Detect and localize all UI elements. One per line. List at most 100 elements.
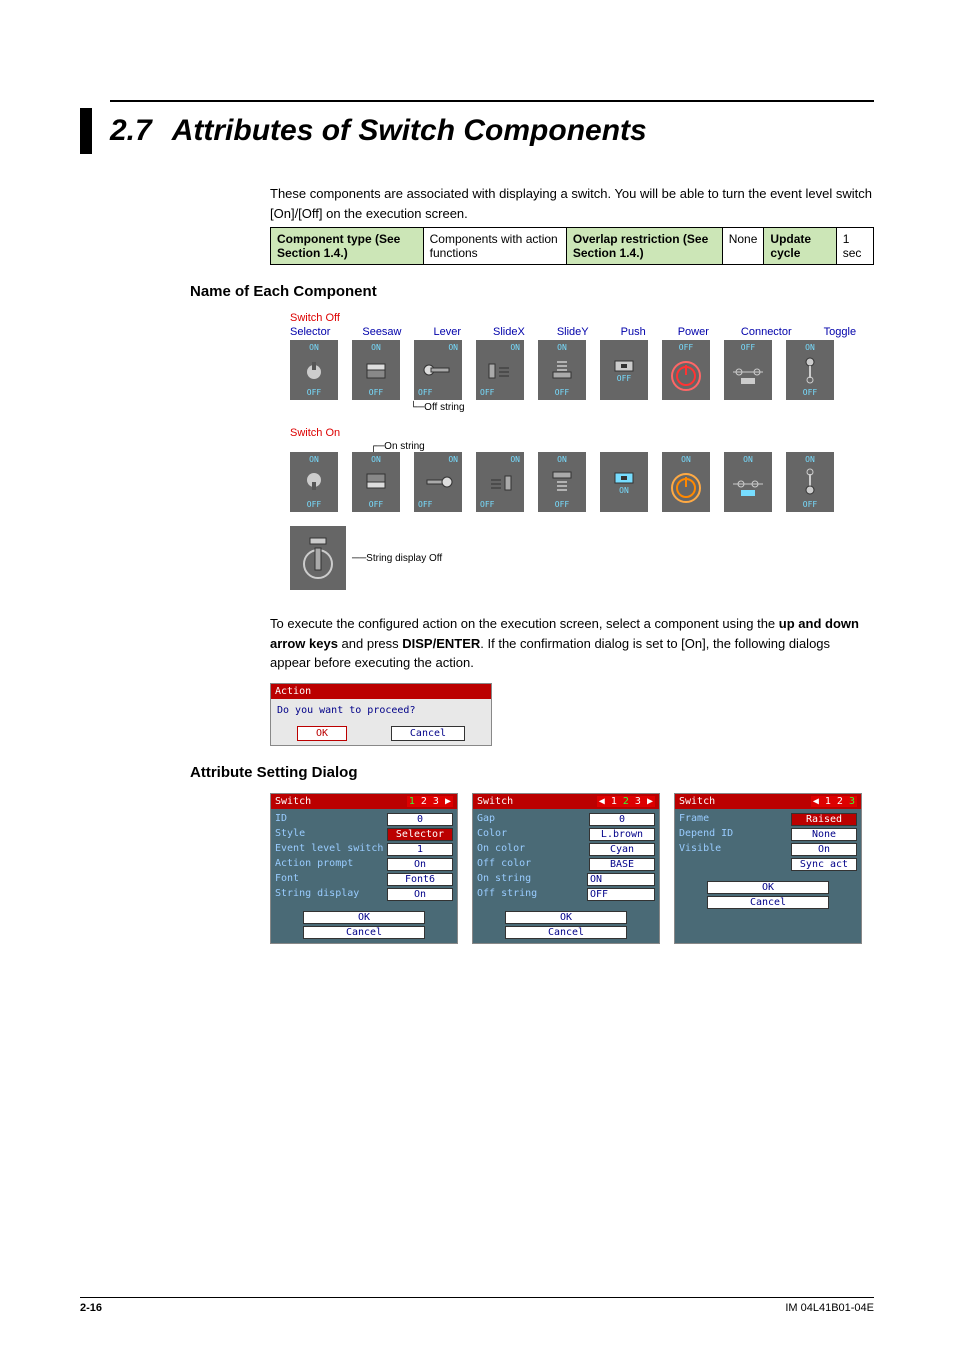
dlg-row: Action prompt On <box>275 858 453 871</box>
dlg-row-label: Action prompt <box>275 858 353 871</box>
lbl-selector: Selector <box>290 326 330 338</box>
sw-seesaw-off: ONOFF <box>352 340 400 400</box>
dlg-row-value[interactable]: 1 <box>387 843 453 856</box>
dlg-row: On colorCyan <box>477 843 655 856</box>
action-dialog-msg: Do you want to proceed? <box>271 699 491 722</box>
switch-off-row: ONOFF ONOFF ONOFF ONOFF ONOFF OFF OFF OF… <box>290 340 874 400</box>
sw-slidey-off: ONOFF <box>538 340 586 400</box>
dlg-row: FontFont6 <box>275 873 453 886</box>
dlg-row-label: Off color <box>477 858 531 871</box>
dlg-pager[interactable]: 1 2 3 ▶ <box>407 796 453 807</box>
dlg-ok-button[interactable]: OK <box>707 881 829 894</box>
action-cancel-button[interactable]: Cancel <box>391 726 465 741</box>
action-ok-button[interactable]: OK <box>297 726 347 741</box>
sw-push-off: OFF <box>600 340 648 400</box>
page: 2.7 Attributes of Switch Components Thes… <box>0 0 954 1350</box>
sw-slidex-on: ONOFF <box>476 452 524 512</box>
switch-on-row: ONOFF ONOFF ONOFF ONOFF ONOFF ON ON ON O… <box>290 452 874 512</box>
dlg-row-value[interactable]: 0 <box>589 813 655 826</box>
dlg-cancel-button[interactable]: Cancel <box>707 896 829 909</box>
dlg-row: Off color BASE <box>477 858 655 871</box>
dlg-row-value[interactable]: OFF <box>587 888 655 901</box>
ann-string-display-off: ──String display Off <box>352 553 442 564</box>
td-component-type: Components with action functions <box>423 228 566 265</box>
action-dialog-title: Action <box>271 684 491 699</box>
dlg-row-label: Visible <box>679 843 721 856</box>
dlg-cancel-button[interactable]: Cancel <box>303 926 425 939</box>
sw-toggle-on: ONOFF <box>786 452 834 512</box>
td-overlap: None <box>722 228 764 265</box>
ann-off-string: └─Off string <box>410 402 874 413</box>
dlg-row-value[interactable]: Selector <box>387 828 453 841</box>
lbl-power: Power <box>678 326 709 338</box>
subheading-attr: Attribute Setting Dialog <box>190 764 874 781</box>
lbl-toggle: Toggle <box>824 326 856 338</box>
dlg-row-value[interactable]: None <box>791 828 857 841</box>
th-overlap: Overlap restriction (See Section 1.4.) <box>566 228 722 265</box>
attr-dialog-3: Switch◀ 1 2 3FrameRaisedDepend IDNoneVis… <box>674 793 862 944</box>
dlg-row-label: Color <box>477 828 507 841</box>
dlg-row-value[interactable]: Sync act <box>791 858 857 871</box>
dlg-row-label: Event level switch <box>275 843 383 856</box>
dlg-row-label: Frame <box>679 813 709 826</box>
dlg-row: Visible On <box>679 843 857 856</box>
attr-dialog-1: Switch 1 2 3 ▶ ID 0 Style Selector Event level… <box>270 793 458 944</box>
dlg-row-value[interactable]: Cyan <box>589 843 655 856</box>
dlg-row-value[interactable]: On <box>791 843 857 856</box>
dlg-row: Gap0 <box>477 813 655 826</box>
dlg-row-value[interactable]: 0 <box>387 813 453 826</box>
dlg-row-label: String display <box>275 888 359 901</box>
dlg-row: Frame Raised <box>679 813 857 826</box>
top-rule <box>110 100 874 102</box>
doc-id: IM 04L41B01-04E <box>785 1302 874 1314</box>
dlg-pager[interactable]: ◀ 1 2 3 ▶ <box>597 796 655 807</box>
dlg-row: Style Selector <box>275 828 453 841</box>
body-text-2: To execute the configured action on the … <box>270 614 874 673</box>
lbl-connector: Connector <box>741 326 792 338</box>
dlg-row-value[interactable]: L.brown <box>589 828 655 841</box>
action-dialog: Action Do you want to proceed? OK Cancel <box>270 683 492 746</box>
subheading-name: Name of Each Component <box>190 283 874 300</box>
dlg-row: String display On <box>275 888 453 901</box>
switch-off-label: Switch Off <box>290 312 874 324</box>
dlg-ok-button[interactable]: OK <box>505 911 627 924</box>
dlg-row-value[interactable]: Font6 <box>387 873 453 886</box>
dlg-pager[interactable]: ◀ 1 2 3 <box>811 796 857 807</box>
td-update: 1 sec <box>836 228 873 265</box>
dlg-ok-button[interactable]: OK <box>303 911 425 924</box>
section-heading: 2.7 Attributes of Switch Components <box>80 108 874 154</box>
dlg-row-value[interactable]: On <box>387 858 453 871</box>
dlg-row-label: Style <box>275 828 305 841</box>
dlg-cancel-button[interactable]: Cancel <box>505 926 627 939</box>
th-update: Update cycle <box>764 228 836 265</box>
dlg-row: Off stringOFF <box>477 888 655 901</box>
dlg-row: On string ON <box>477 873 655 886</box>
dlg-row-value[interactable]: On <box>387 888 453 901</box>
th-component-type: Component type (See Section 1.4.) <box>271 228 424 265</box>
dlg-row: ID 0 <box>275 813 453 826</box>
dlg-row-label: Depend ID <box>679 828 733 841</box>
sw-slidey-on: ONOFF <box>538 452 586 512</box>
dlg-row-value[interactable]: ON <box>587 873 655 886</box>
dlg-row-value[interactable]: Raised <box>791 813 857 826</box>
sw-connector-on: ON <box>724 452 772 512</box>
dlg-row-value[interactable]: BASE <box>589 858 655 871</box>
dlg-title: Switch <box>477 796 513 807</box>
attr-dialog-2: Switch ◀ 1 2 3 ▶ Gap0 Color L.brown On colorC… <box>472 793 660 944</box>
lbl-push: Push <box>621 326 646 338</box>
sw-power-off: OFF <box>662 340 710 400</box>
switch-type-labels: Selector Seesaw Lever SlideX SlideY Push… <box>290 326 874 338</box>
sw-power-on: ON <box>662 452 710 512</box>
dlg-row: Depend ID None <box>679 828 857 841</box>
dlg-title: Switch <box>275 796 311 807</box>
sw-push-on: ON <box>600 452 648 512</box>
attribute-dialogs: Switch 1 2 3 ▶ ID 0 Style Selector Event level… <box>270 793 874 944</box>
sw-seesaw-on: ONOFF <box>352 452 400 512</box>
sw-selector-off: ONOFF <box>290 340 338 400</box>
dlg-row-label: ID <box>275 813 287 826</box>
dlg-row: Event level switch 1 <box>275 843 453 856</box>
ann-on-string: ┌─On string <box>370 441 874 452</box>
sw-slidex-off: ONOFF <box>476 340 524 400</box>
dlg-row-label: On string <box>477 873 531 886</box>
sw-lever-off: ONOFF <box>414 340 462 400</box>
